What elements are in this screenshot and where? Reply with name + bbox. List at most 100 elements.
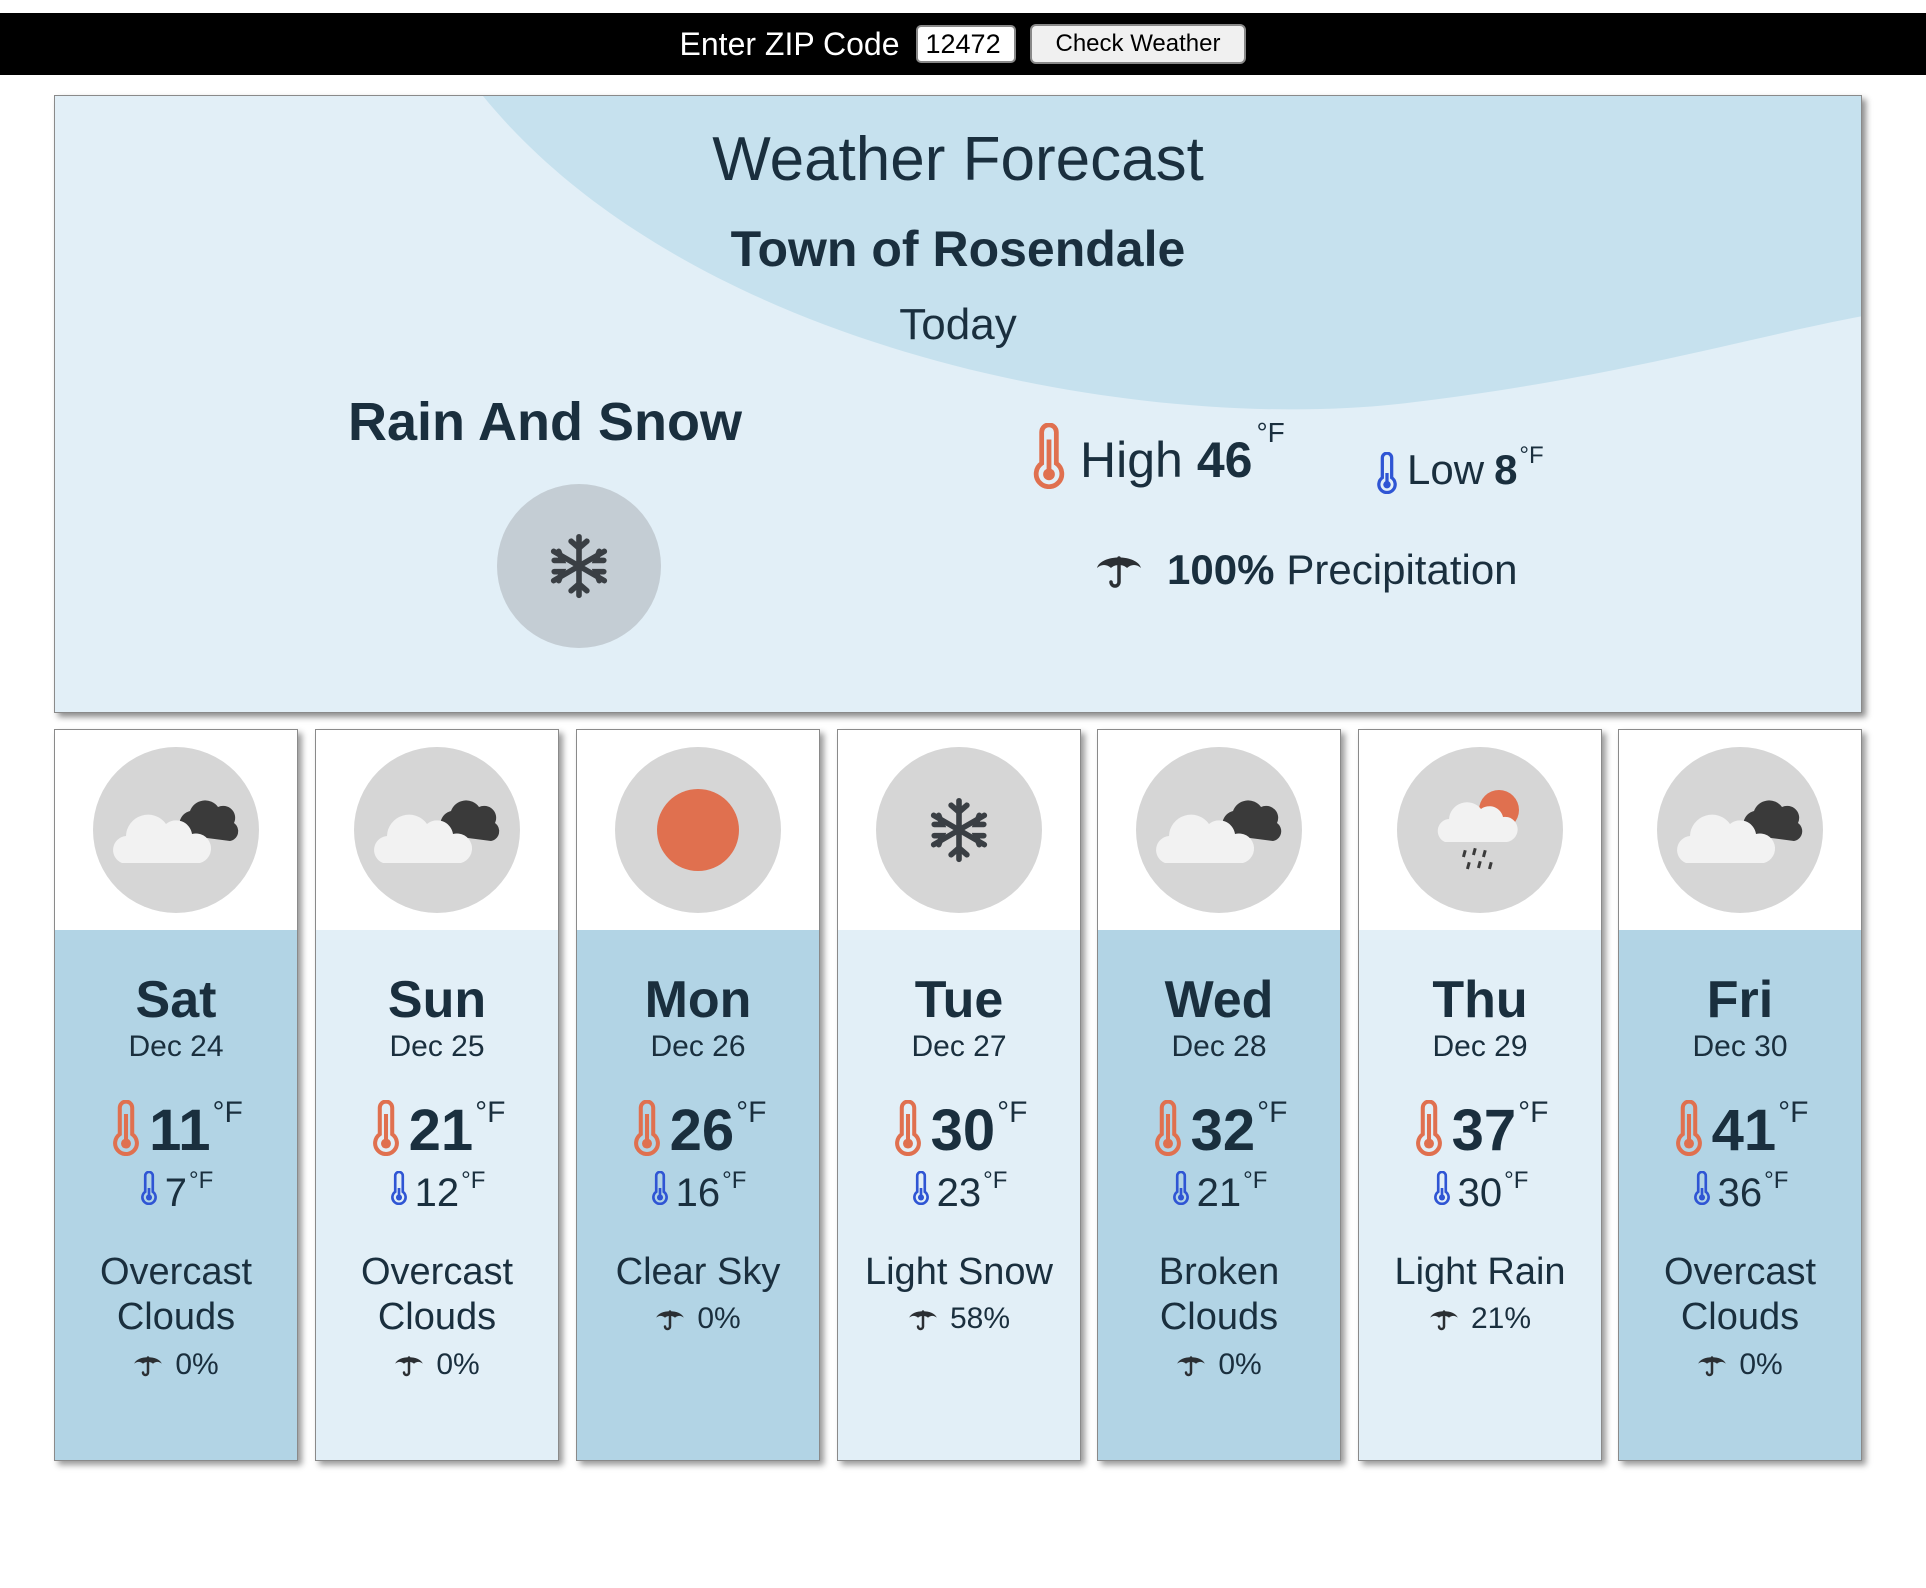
forecast-card-fri: Fri Dec 30 41 °F 36 °F Overcast Clouds 0… [1618, 729, 1862, 1461]
high-unit: °F [475, 1096, 506, 1129]
low-unit: °F [188, 1167, 214, 1194]
umbrella-icon [395, 1356, 424, 1377]
snowflake-icon [930, 797, 988, 863]
high-label: High [1080, 432, 1183, 488]
day-precipitation: 0% [577, 1302, 819, 1336]
day-low: 30 °F [1359, 1167, 1601, 1215]
forecast-card-wed: Wed Dec 28 32 °F 21 °F Broken Clouds 0% [1097, 729, 1341, 1461]
low-unit: °F [1243, 1167, 1268, 1194]
weather-icon-circle [1397, 747, 1563, 913]
day-precipitation: 21% [1359, 1302, 1601, 1336]
check-weather-button[interactable]: Check Weather [1029, 24, 1247, 64]
broken-clouds-icon [1156, 800, 1282, 863]
low-value: 30 [1457, 1171, 1503, 1215]
today-panel: Weather Forecast Town of Rosendale Today… [54, 95, 1862, 713]
light-rain-icon [1437, 790, 1519, 870]
thermometer-high-icon [113, 1100, 140, 1156]
high-value: 11 [149, 1098, 211, 1163]
card-icon-area [55, 730, 297, 930]
day-condition: Overcast Clouds [360, 1251, 514, 1338]
forecast-card-sun: Sun Dec 25 21 °F 12 °F Overcast Clouds 0… [315, 729, 559, 1461]
high-unit: °F [997, 1096, 1028, 1129]
high-value: 30 [930, 1098, 996, 1163]
weather-icon-circle [354, 747, 520, 913]
high-value: 37 [1451, 1098, 1517, 1163]
low-value: 23 [936, 1171, 982, 1215]
day-high: 11 °F [55, 1096, 297, 1163]
day-low: 12 °F [316, 1169, 558, 1215]
precip-value: 0% [1739, 1348, 1783, 1381]
precip-value: 0% [175, 1348, 219, 1381]
day-precipitation: 0% [1619, 1348, 1861, 1382]
day-high: 21 °F [316, 1096, 558, 1163]
precip-value: 0% [697, 1302, 741, 1335]
precip-label: Precipitation [1286, 546, 1518, 593]
overcast-clouds-icon [113, 800, 239, 863]
high-value: 41 [1711, 1098, 1777, 1163]
thermometer-high-icon [1675, 1100, 1702, 1156]
high-unit: °F [212, 1096, 243, 1129]
day-high: 37 °F [1359, 1098, 1601, 1163]
page-title: Weather Forecast [712, 125, 1204, 194]
low-unit: °F [1504, 1167, 1529, 1194]
precip-value: 21% [1470, 1302, 1532, 1335]
forecast-card-sat: Sat Dec 24 11 °F 7 °F Overcast Clouds 0% [54, 729, 298, 1461]
thermometer-low-icon [651, 1171, 668, 1205]
sun-icon [657, 789, 739, 871]
precip-value: 0% [1218, 1348, 1262, 1381]
forecast-card-tue: Tue Dec 27 30 °F 23 °F Light Snow 58% [837, 729, 1081, 1461]
umbrella-icon [134, 1356, 163, 1377]
town-name: Town of Rosendale [730, 221, 1186, 277]
today-label: Today [899, 300, 1017, 349]
umbrella-icon [1097, 556, 1141, 588]
day-low: 36 °F [1619, 1169, 1861, 1213]
day-name: Sun [387, 971, 487, 1029]
card-icon-area [316, 730, 558, 930]
today-condition: Rain And Snow [348, 392, 742, 452]
today-low: Low 8 °F [1375, 442, 1544, 494]
day-condition: Clear Sky [615, 1251, 781, 1293]
zip-label: Enter ZIP Code [679, 25, 900, 62]
day-precipitation: 0% [316, 1348, 558, 1382]
day-date: Dec 28 [1171, 1030, 1267, 1063]
zip-code-input[interactable] [915, 25, 1016, 63]
thermometer-low-icon [140, 1171, 157, 1205]
day-high: 32 °F [1098, 1098, 1340, 1160]
weather-icon-circle [93, 747, 259, 913]
day-low: 23 °F [838, 1169, 1080, 1215]
precip-value: 58% [949, 1302, 1011, 1335]
low-value: 21 [1196, 1171, 1242, 1215]
thermometer-low-icon [1693, 1171, 1710, 1205]
day-date: Dec 24 [128, 1030, 224, 1063]
weather-icon-circle [1657, 747, 1823, 913]
high-value: 21 [408, 1098, 474, 1163]
low-value: 7 [164, 1171, 187, 1215]
low-value: 12 [414, 1171, 460, 1215]
forecast-card-mon: Mon Dec 26 26 °F 16 °F Clear Sky 0% [576, 729, 820, 1461]
umbrella-icon [1698, 1356, 1727, 1377]
forecast-list: Sat Dec 24 11 °F 7 °F Overcast Clouds 0% [54, 729, 1862, 1463]
day-high: 41 °F [1619, 1096, 1861, 1163]
umbrella-icon [1430, 1310, 1458, 1331]
thermometer-low-icon [1172, 1171, 1189, 1205]
thermometer-low-icon [390, 1171, 407, 1205]
card-icon-area [577, 730, 819, 930]
low-unit: °F [722, 1167, 747, 1194]
day-date: Dec 25 [389, 1030, 485, 1063]
thermometer-low-icon [1433, 1171, 1450, 1205]
day-low: 7 °F [55, 1167, 297, 1215]
day-condition: Light Snow [864, 1251, 1053, 1293]
today-high: High 46 °F [1030, 417, 1285, 489]
thermometer-low-icon [912, 1171, 929, 1205]
low-value: 16 [675, 1171, 721, 1215]
thermometer-high-icon [1154, 1100, 1181, 1156]
high-unit: °F [1778, 1096, 1809, 1129]
card-icon-area [1619, 730, 1861, 930]
thermometer-high-icon [633, 1100, 660, 1156]
day-date: Dec 27 [911, 1030, 1007, 1063]
day-date: Dec 30 [1692, 1030, 1788, 1063]
snowflake-icon [550, 533, 608, 599]
low-label: Low [1407, 446, 1485, 493]
umbrella-icon [656, 1310, 685, 1331]
day-name: Wed [1164, 971, 1274, 1029]
